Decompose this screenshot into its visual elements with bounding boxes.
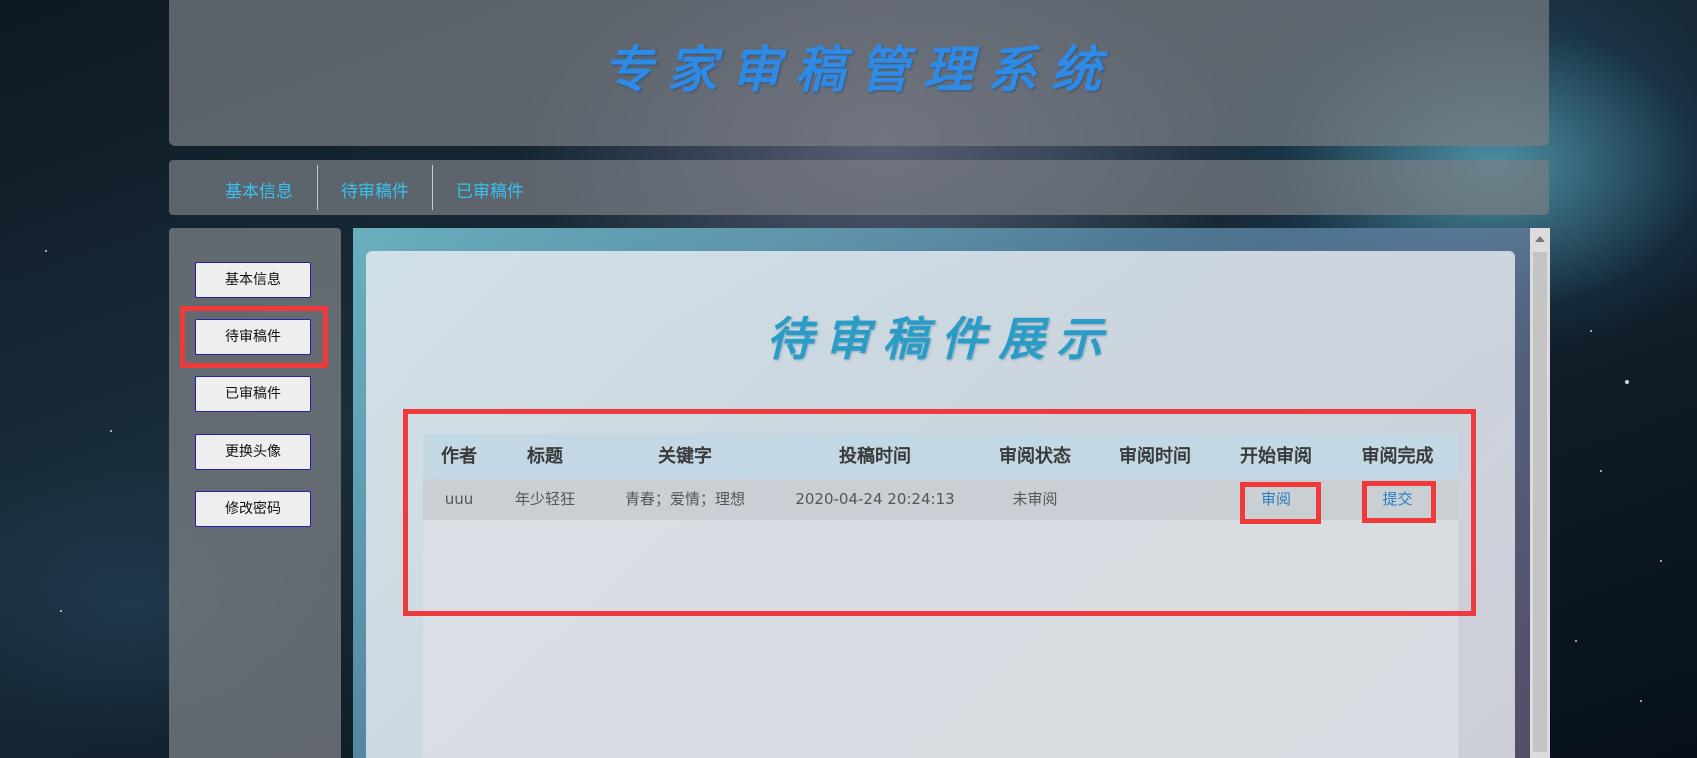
header-bar: 专家审稿管理系统 (169, 0, 1549, 146)
sidebar: 基本信息 待审稿件 已审稿件 更换头像 修改密码 (169, 228, 341, 758)
column-header-submit-time: 投稿时间 (839, 446, 911, 467)
cell-title: 年少轻狂 (514, 490, 575, 508)
sidebar-pending-manuscripts-button[interactable]: 待审稿件 (195, 319, 311, 355)
main-panel: 待审稿件展示 作者 标题 关键字 投稿时间 审阅状态 审阅时间 开始审阅 审阅完… (366, 251, 1515, 758)
scroll-up-arrow-icon[interactable] (1535, 236, 1545, 242)
column-header-title: 标题 (527, 446, 563, 467)
column-header-start-review: 开始审阅 (1240, 446, 1312, 467)
sidebar-change-password-button[interactable]: 修改密码 (195, 491, 311, 527)
column-header-review-complete: 审阅完成 (1361, 446, 1434, 467)
cell-author: uuu (444, 490, 474, 508)
column-header-keywords: 关键字 (658, 446, 712, 467)
column-header-author: 作者 (441, 446, 477, 467)
nav-reviewed-manuscripts[interactable]: 已审稿件 (456, 177, 524, 202)
top-navigation: 基本信息 待审稿件 已审稿件 (169, 160, 1549, 215)
submit-review-link[interactable]: 提交 (1382, 490, 1412, 508)
column-header-review-time: 审阅时间 (1119, 446, 1191, 467)
sidebar-basic-info-button[interactable]: 基本信息 (195, 262, 311, 298)
cell-review-time (1095, 479, 1215, 520)
cell-review-complete: 提交 (1337, 479, 1458, 520)
sidebar-change-avatar-button[interactable]: 更换头像 (195, 434, 311, 470)
nav-basic-info[interactable]: 基本信息 (225, 177, 293, 202)
cell-review-status: 未审阅 (1012, 490, 1058, 508)
table-row: uuu 年少轻狂 青春；爱情；理想 2020-04-24 20:24:13 未审… (423, 479, 1458, 520)
scrollbar-thumb[interactable] (1533, 252, 1547, 752)
vertical-scrollbar[interactable] (1530, 228, 1550, 758)
column-header-review-status: 审阅状态 (999, 446, 1071, 467)
start-review-link[interactable]: 审阅 (1261, 490, 1291, 508)
system-title: 专家审稿管理系统 (603, 40, 1115, 99)
manuscript-table: 作者 标题 关键字 投稿时间 审阅状态 审阅时间 开始审阅 审阅完成 uuu 年… (423, 434, 1458, 758)
table-header: 作者 标题 关键字 投稿时间 审阅状态 审阅时间 开始审阅 审阅完成 (423, 434, 1458, 479)
cell-keywords: 青春；爱情；理想 (624, 490, 745, 508)
page-title: 待审稿件展示 (766, 312, 1115, 366)
nav-divider (432, 165, 433, 210)
sidebar-reviewed-manuscripts-button[interactable]: 已审稿件 (195, 376, 311, 412)
content-frame: 待审稿件展示 作者 标题 关键字 投稿时间 审阅状态 审阅时间 开始审阅 审阅完… (353, 228, 1550, 758)
cell-submit-time: 2020-04-24 20:24:13 (795, 490, 955, 508)
nav-divider (317, 165, 318, 210)
cell-start-review: 审阅 (1215, 479, 1337, 520)
nav-pending-manuscripts[interactable]: 待审稿件 (341, 177, 409, 202)
